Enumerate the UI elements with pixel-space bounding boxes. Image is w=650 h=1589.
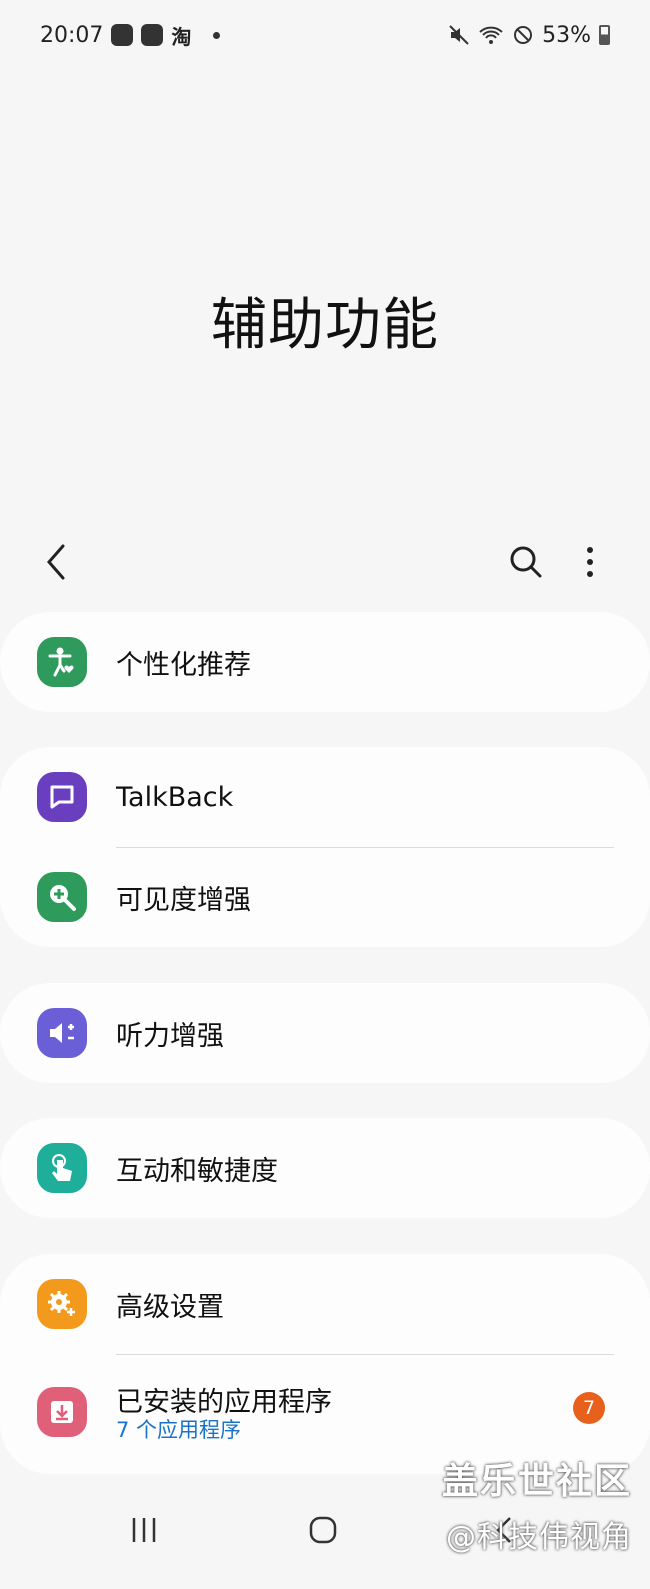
- dot-icon: [213, 31, 221, 39]
- back-icon: [47, 544, 65, 580]
- settings-card: 高级设置 已安装的应用程序 7 个应用程序 7: [0, 1254, 650, 1474]
- touch-hand-icon: [37, 1143, 87, 1193]
- search-icon: [510, 546, 542, 578]
- notification-badge: 7: [573, 1392, 605, 1424]
- setting-label: 可见度增强: [116, 884, 251, 916]
- status-left: 20:07 淘: [40, 21, 221, 50]
- more-options-button[interactable]: [566, 538, 614, 586]
- settings-card: 听力增强: [0, 983, 650, 1083]
- home-button[interactable]: [299, 1508, 347, 1552]
- home-icon: [309, 1516, 337, 1544]
- volume-plus-minus-icon: [37, 1008, 87, 1058]
- app-icon: [141, 24, 164, 46]
- download-tray-icon: [37, 1387, 87, 1437]
- toolbar: [0, 520, 650, 600]
- setting-item-talkback[interactable]: TalkBack: [0, 747, 650, 847]
- accessibility-person-icon: [37, 637, 87, 687]
- back-button[interactable]: [32, 538, 80, 586]
- watermark-title: 盖乐世社区: [441, 1461, 632, 1502]
- mute-icon: [448, 24, 470, 46]
- page-title: 辅助功能: [211, 293, 439, 358]
- setting-label: TalkBack: [116, 781, 234, 813]
- setting-item-advanced[interactable]: 高级设置: [0, 1254, 650, 1354]
- setting-item-visibility[interactable]: 可见度增强: [0, 847, 650, 947]
- setting-label: 个性化推荐: [116, 649, 251, 681]
- setting-item-personalized[interactable]: 个性化推荐: [0, 612, 650, 712]
- settings-card: TalkBack 可见度增强: [0, 747, 650, 947]
- setting-label: 听力增强: [116, 1020, 224, 1052]
- recent-apps-button[interactable]: [120, 1508, 168, 1552]
- do-not-disturb-icon: [512, 24, 534, 46]
- setting-item-hearing[interactable]: 听力增强: [0, 983, 650, 1083]
- status-bar: 20:07 淘 53%: [0, 0, 650, 70]
- watermark-handle: @科技伟视角: [446, 1520, 632, 1555]
- divider: [116, 847, 614, 848]
- battery-icon: [599, 25, 610, 45]
- speech-bubble-icon: [37, 772, 87, 822]
- setting-item-interaction[interactable]: 互动和敏捷度: [0, 1118, 650, 1218]
- setting-label: 高级设置: [116, 1291, 224, 1323]
- settings-card: 个性化推荐: [0, 612, 650, 712]
- wifi-icon: [478, 24, 504, 46]
- status-time: 20:07: [40, 22, 104, 48]
- recent-apps-icon: [132, 1518, 156, 1542]
- divider: [116, 1354, 614, 1355]
- more-options-icon: [587, 547, 593, 577]
- setting-label: 互动和敏捷度: [116, 1155, 278, 1187]
- settings-card: 互动和敏捷度: [0, 1118, 650, 1218]
- gear-plus-icon: [37, 1279, 87, 1329]
- status-right: 53%: [448, 23, 610, 48]
- magnifier-plus-icon: [37, 872, 87, 922]
- setting-sublabel: 7 个应用程序: [116, 1418, 242, 1442]
- battery-percent: 53%: [542, 22, 591, 48]
- app-icon: [111, 24, 134, 46]
- search-button[interactable]: [502, 538, 550, 586]
- taobao-icon: 淘: [171, 24, 192, 49]
